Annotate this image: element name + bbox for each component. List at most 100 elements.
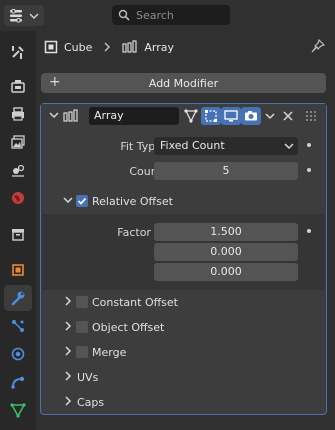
tab-physics[interactable] — [4, 341, 32, 367]
properties-tabs — [0, 31, 36, 430]
chevron-right-icon — [65, 371, 72, 381]
array-modifier-panel: Array Fit Type Fixed Count Count 5 Relat… — [40, 103, 327, 415]
object-offset-header[interactable]: Object Offset — [41, 317, 326, 339]
factor-z-field[interactable]: 0.000 — [154, 263, 298, 281]
plus-icon: + — [49, 74, 61, 90]
chevron-down-icon[interactable] — [265, 112, 275, 120]
array-modifier-icon — [122, 40, 138, 53]
chevron-down-icon — [284, 143, 294, 150]
chevron-right-icon — [65, 346, 72, 356]
caps-label: Caps — [77, 396, 105, 409]
constraint-icon — [11, 376, 25, 389]
tab-data[interactable] — [4, 397, 32, 423]
render-toggle[interactable] — [241, 107, 261, 125]
editor-type-dropdown[interactable] — [4, 5, 44, 26]
properties-editor-icon — [10, 8, 22, 22]
mesh-data-icon — [10, 403, 26, 418]
tab-tool[interactable] — [4, 39, 32, 65]
topbar: Search — [0, 0, 335, 31]
tab-particles[interactable] — [4, 313, 32, 339]
pin-icon — [311, 38, 326, 53]
relative-offset-label: Relative Offset — [92, 195, 173, 208]
tab-scene[interactable] — [4, 157, 32, 183]
printer-icon — [12, 107, 24, 121]
search-field[interactable]: Search — [112, 5, 230, 25]
object-icon — [44, 40, 58, 54]
tab-collection[interactable] — [4, 221, 32, 247]
breadcrumb: Cube Array — [36, 31, 335, 63]
factor-y-field[interactable]: 0.000 — [154, 243, 298, 261]
animate-property-dot[interactable] — [307, 143, 311, 147]
relative-offset-checkbox[interactable] — [76, 195, 88, 207]
factor-z-row: Z 0.000 — [41, 263, 326, 283]
tab-modifiers[interactable] — [4, 285, 32, 311]
merge-header[interactable]: Merge — [41, 342, 326, 364]
physics-icon — [11, 347, 25, 361]
chevron-right-icon — [65, 396, 72, 406]
modifier-name-field[interactable]: Array — [89, 107, 179, 125]
constant-offset-header[interactable]: Constant Offset — [41, 292, 326, 314]
modifier-header: Array — [41, 104, 326, 128]
breadcrumb-modifier: Array — [144, 40, 175, 54]
search-icon — [118, 9, 130, 21]
merge-label: Merge — [92, 346, 127, 359]
caps-header[interactable]: Caps — [41, 392, 326, 414]
close-icon[interactable] — [283, 111, 293, 121]
globe-icon — [12, 192, 24, 204]
relative-offset-header[interactable]: Relative Offset — [41, 191, 326, 213]
tab-object[interactable] — [4, 257, 32, 283]
viewport-display-toggle[interactable] — [221, 107, 241, 125]
fit-type-dropdown[interactable]: Fixed Count — [154, 137, 298, 155]
camera-icon — [245, 111, 257, 121]
add-modifier-label: Add Modifier — [148, 76, 219, 90]
chevron-right-icon — [104, 42, 111, 52]
count-field[interactable]: 5 — [154, 162, 298, 180]
add-modifier-button[interactable]: + Add Modifier — [41, 73, 326, 93]
animate-property-dot[interactable] — [307, 229, 311, 233]
checkmark-icon — [77, 197, 87, 205]
tab-world[interactable] — [4, 185, 32, 211]
chevron-down-icon — [63, 197, 73, 204]
search-placeholder: Search — [136, 8, 174, 22]
image-stack-icon — [11, 135, 25, 149]
camera-back-icon — [11, 80, 25, 93]
tab-constraints[interactable] — [4, 369, 32, 395]
chevron-right-icon — [65, 296, 72, 306]
edit-mode-toggle[interactable] — [201, 107, 221, 125]
factor-x-field[interactable]: 1.500 — [154, 223, 298, 241]
particles-icon — [12, 320, 24, 332]
monitor-icon — [224, 110, 238, 122]
object-offset-checkbox[interactable] — [76, 321, 88, 333]
uvs-header[interactable]: UVs — [41, 367, 326, 389]
factor-x-row: Factor X 1.500 — [41, 223, 326, 243]
factor-y-row: Y 0.000 — [41, 243, 326, 263]
properties-main: Cube Array + Add Modifier Array Fit Type… — [36, 31, 335, 430]
merge-checkbox[interactable] — [76, 346, 88, 358]
wrench-screwdriver-icon — [12, 46, 24, 59]
array-modifier-icon — [63, 109, 78, 122]
vertex-triangle-icon — [184, 109, 198, 123]
constant-offset-checkbox[interactable] — [76, 296, 88, 308]
chevron-right-icon — [65, 321, 72, 331]
fit-type-value: Fixed Count — [160, 139, 225, 152]
pin-button[interactable] — [311, 38, 326, 56]
orange-square-icon — [12, 264, 24, 276]
chevron-down-icon — [29, 12, 39, 19]
tab-render[interactable] — [4, 73, 32, 99]
animate-property-dot[interactable] — [307, 168, 311, 172]
box-icon — [12, 229, 24, 241]
scene-icon — [12, 164, 25, 177]
wrench-icon — [11, 291, 25, 306]
tab-output[interactable] — [4, 101, 32, 127]
fit-type-row: Fit Type Fixed Count — [41, 137, 326, 157]
drag-handle-icon[interactable] — [303, 109, 317, 123]
count-row: Count 5 — [41, 162, 326, 182]
breadcrumb-object: Cube — [64, 40, 93, 54]
constant-offset-label: Constant Offset — [92, 296, 178, 309]
object-offset-label: Object Offset — [92, 321, 165, 334]
edit-mode-cage-toggle[interactable] — [181, 107, 201, 125]
chevron-down-icon[interactable] — [49, 111, 59, 119]
tab-view-layer[interactable] — [4, 129, 32, 155]
uvs-label: UVs — [77, 371, 99, 384]
edit-mode-icon — [205, 110, 217, 122]
